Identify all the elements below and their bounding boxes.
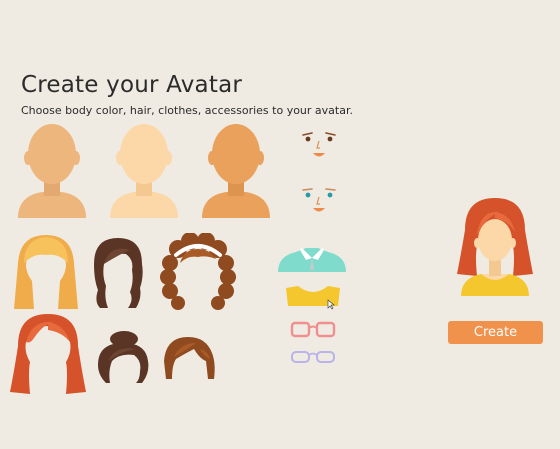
hair-icon <box>98 331 149 383</box>
create-button[interactable]: Create <box>448 321 543 344</box>
hair-option-brown-short[interactable] <box>160 335 216 381</box>
hair-icon <box>160 233 236 310</box>
face-icon <box>302 132 336 157</box>
hair-option-dark-bob[interactable] <box>90 236 146 310</box>
face-option-blue-eyes[interactable] <box>300 186 338 218</box>
head-silhouette-icon <box>18 124 86 218</box>
glasses-icon <box>291 351 335 363</box>
body-color-option-3[interactable] <box>200 124 272 220</box>
body-color-option-1[interactable] <box>16 124 88 220</box>
face-icon <box>302 188 336 212</box>
avatar-icon <box>457 198 533 296</box>
shirt-icon <box>278 248 346 272</box>
head-silhouette-icon <box>202 124 270 218</box>
hair-icon <box>14 235 78 309</box>
head-silhouette-icon <box>110 124 178 218</box>
clothes-option-yellow[interactable] <box>284 284 342 310</box>
clothes-option-teal[interactable] <box>276 246 348 274</box>
glasses-icon <box>290 321 336 338</box>
hair-icon <box>94 238 143 308</box>
page-subtitle: Choose body color, hair, clothes, access… <box>21 104 353 117</box>
body-color-option-2[interactable] <box>108 124 180 220</box>
hair-option-dark-bun[interactable] <box>94 331 152 385</box>
hair-option-blonde[interactable] <box>12 233 80 313</box>
avatar-preview <box>455 196 535 302</box>
glasses-option-lilac[interactable] <box>290 349 336 365</box>
face-option-brown-eyes[interactable] <box>300 130 338 162</box>
hair-option-brown-curly[interactable] <box>160 233 236 311</box>
hair-icon <box>10 314 86 394</box>
shirt-icon <box>286 286 340 310</box>
glasses-option-pink[interactable] <box>290 320 336 340</box>
page-title: Create your Avatar <box>21 72 243 98</box>
hair-icon <box>164 337 215 379</box>
hair-option-red-long[interactable] <box>8 312 88 396</box>
